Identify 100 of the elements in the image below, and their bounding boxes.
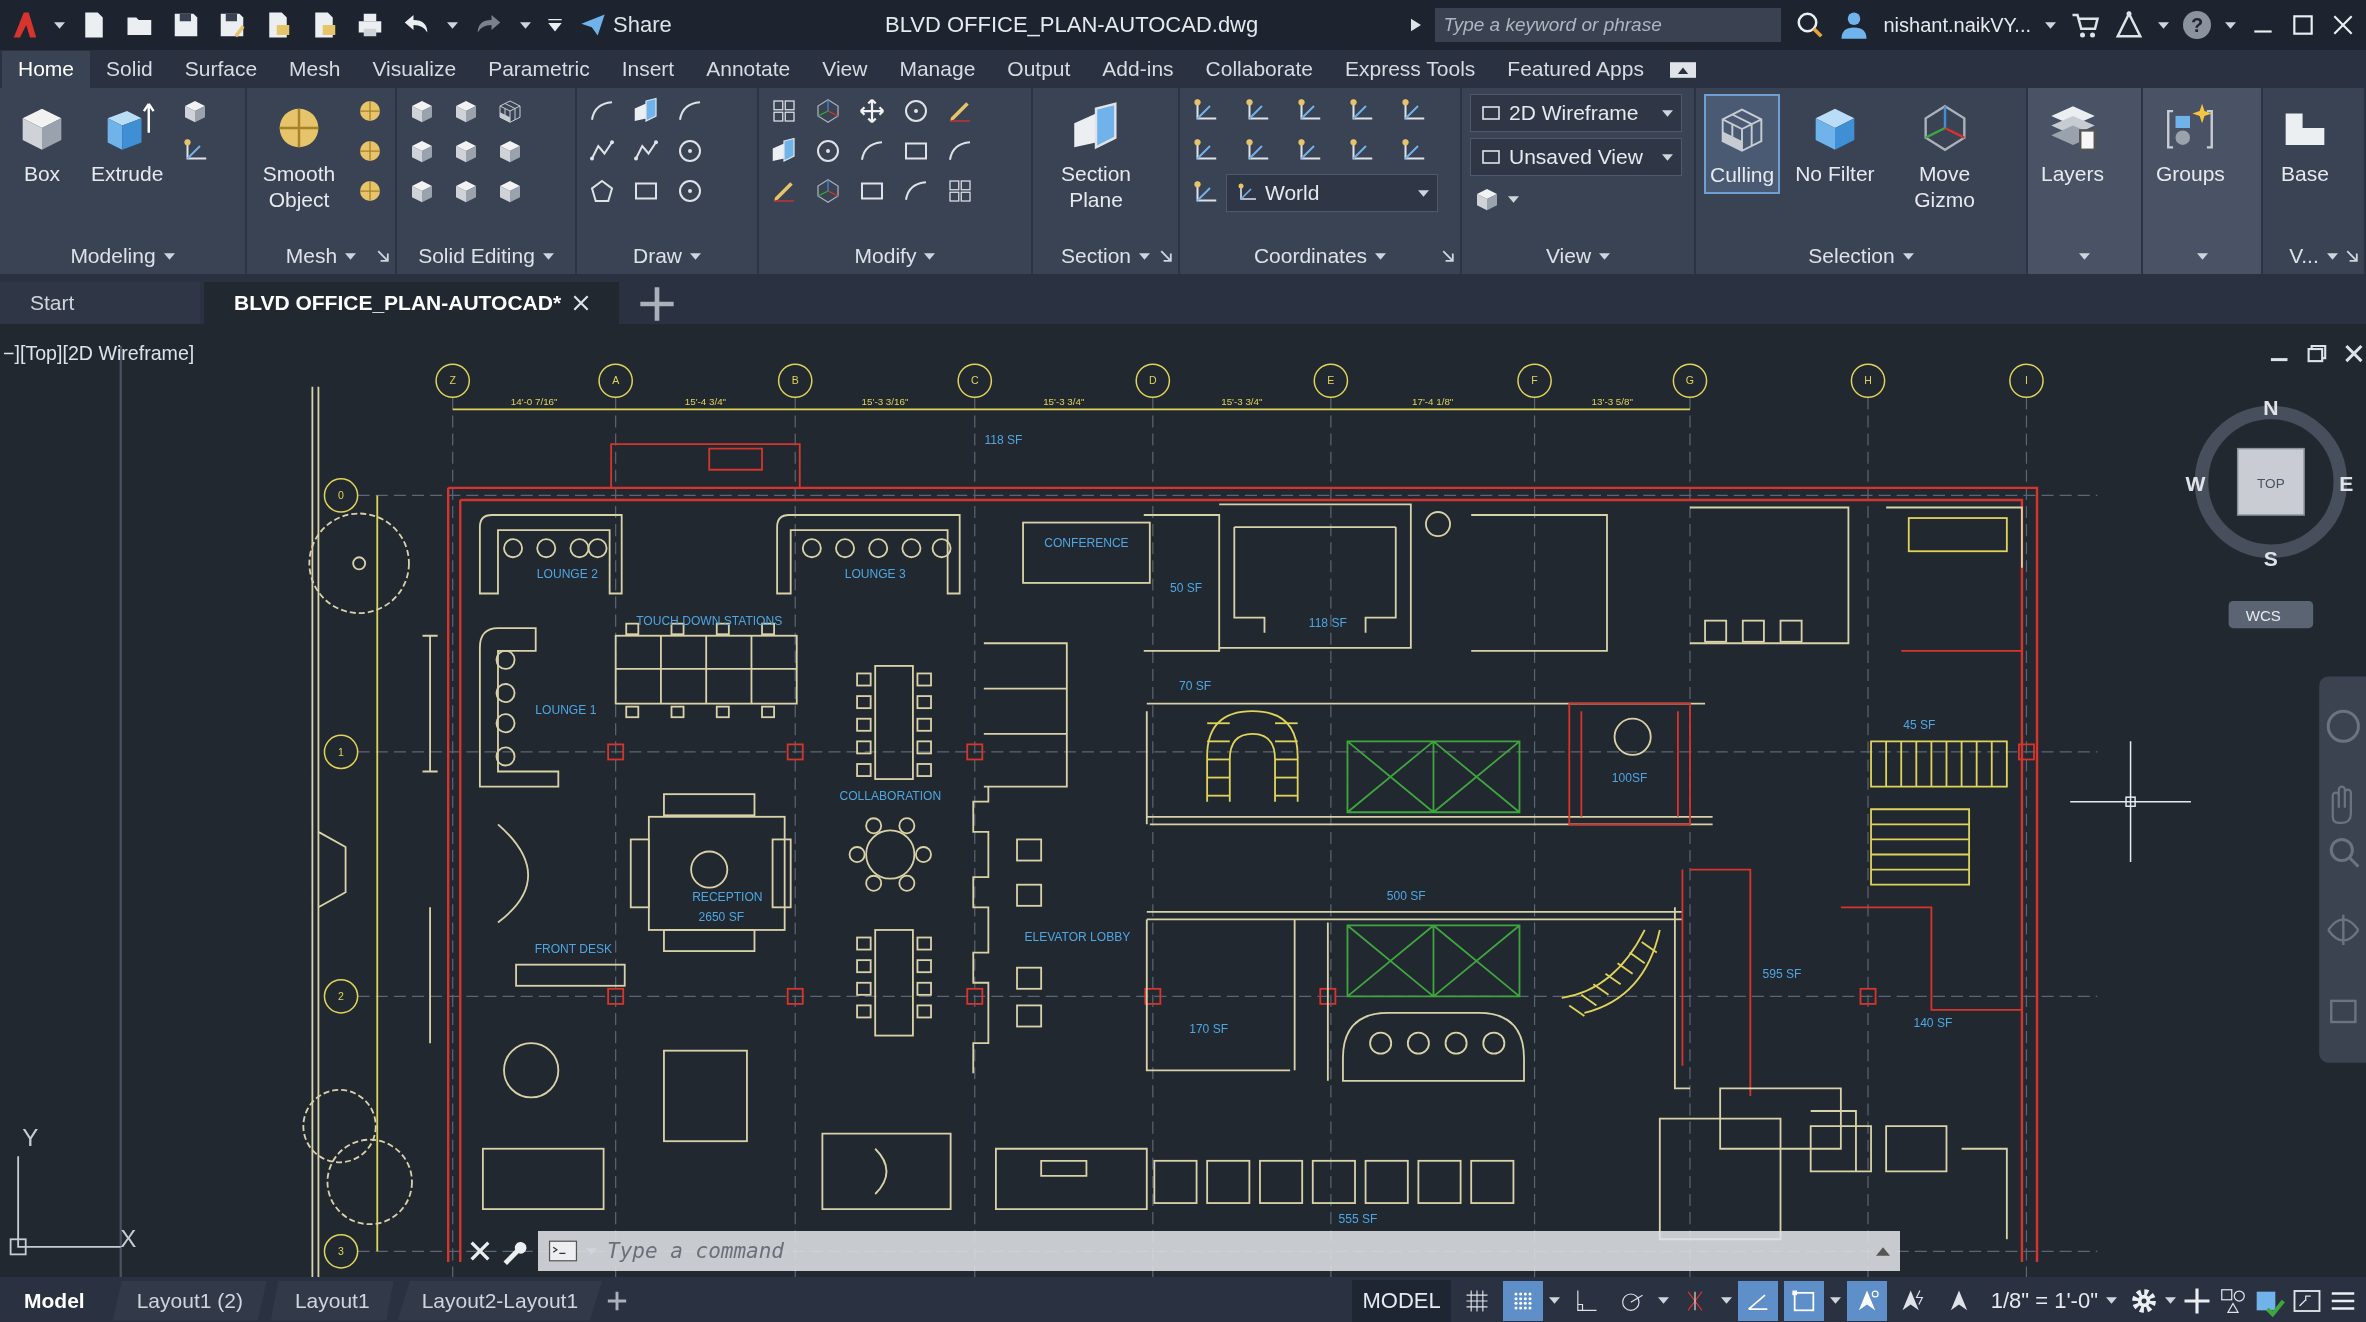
ribbon-tab[interactable]: Output [991, 51, 1087, 88]
ribbon-tab[interactable]: Visualize [356, 51, 473, 88]
dropdown[interactable]: 2D Wireframe [1470, 94, 1682, 132]
panel-title[interactable]: View [1545, 244, 1592, 268]
dropdown[interactable]: Unsaved View [1470, 138, 1682, 176]
close-icon[interactable] [573, 295, 590, 311]
panel-title[interactable]: Mesh [285, 244, 338, 268]
status-toggle[interactable] [1502, 1280, 1543, 1321]
ribbon-button[interactable]: Move Gizmo [1889, 94, 2000, 219]
panel-title[interactable]: Section [1060, 244, 1131, 268]
launcher-icon[interactable] [1442, 250, 1454, 262]
caret-icon[interactable] [2158, 21, 2169, 29]
command-field[interactable]: Type a command [538, 1231, 1900, 1271]
restore-icon[interactable] [2307, 344, 2327, 363]
launcher-icon[interactable] [377, 250, 389, 262]
caret-icon[interactable] [447, 21, 458, 29]
ribbon-tab[interactable]: Mesh [273, 51, 357, 88]
triangle-icon[interactable] [2114, 10, 2144, 40]
terminal-icon[interactable] [548, 1240, 578, 1262]
ribbon-tab[interactable]: Manage [883, 51, 992, 88]
status-toggle[interactable] [1846, 1280, 1887, 1321]
compass-south[interactable]: S [2263, 547, 2278, 571]
caret-icon[interactable] [2079, 252, 2090, 260]
compass-east[interactable]: E [2339, 471, 2354, 495]
ribbon-button[interactable]: Smooth Object [255, 94, 343, 219]
ribbon-tab[interactable]: Annotate [690, 51, 807, 88]
share-button[interactable]: Share [579, 11, 672, 39]
compass-north[interactable]: N [2263, 396, 2279, 420]
panel-title[interactable]: Draw [633, 244, 682, 268]
view-cube[interactable] [2236, 447, 2305, 516]
minimize-icon[interactable] [2270, 358, 2288, 362]
ribbon-button[interactable]: Base [2271, 94, 2339, 193]
ribbon-button[interactable]: Layers [2036, 94, 2110, 193]
caret-icon[interactable] [1375, 252, 1387, 260]
plus-icon[interactable] [606, 1289, 629, 1312]
ucs-button[interactable] [2228, 601, 2314, 629]
caret-icon[interactable] [1902, 252, 1914, 260]
caret-icon[interactable] [1139, 252, 1150, 260]
expand-up-icon[interactable] [1876, 1246, 1890, 1256]
ribbon-tab[interactable]: Express Tools [1328, 51, 1492, 88]
caret-icon[interactable] [1599, 252, 1611, 260]
expand-arrow-icon[interactable] [1411, 18, 1422, 32]
ribbon-tab[interactable]: Home [2, 51, 91, 88]
model-button[interactable]: MODEL [1352, 1279, 1451, 1322]
caret-icon[interactable] [54, 21, 65, 29]
status-toggle[interactable] [1737, 1280, 1778, 1321]
launcher-icon[interactable] [1160, 250, 1172, 262]
layout-tab[interactable]: Layout1 (2) [112, 1280, 267, 1321]
customize-icon[interactable] [547, 17, 563, 33]
dropdown[interactable]: World [1226, 174, 1438, 212]
ribbon-tab[interactable]: View [806, 51, 884, 88]
ribbon-tab[interactable]: Surface [168, 51, 274, 88]
panel-toggle-icon[interactable] [1669, 62, 1696, 78]
ribbon-tab[interactable]: Add-ins [1086, 51, 1190, 88]
command-input[interactable]: Type a command [605, 1238, 1868, 1264]
help-button[interactable]: ? [2183, 11, 2211, 39]
panel-title[interactable]: Modify [854, 244, 917, 268]
close-icon[interactable] [470, 1241, 490, 1261]
layout-tab[interactable]: Layout2-Layout1 [397, 1280, 603, 1321]
ribbon-tab[interactable]: Parametric [472, 51, 606, 88]
caret-icon[interactable] [2326, 252, 2338, 260]
panel-title[interactable]: Coordinates [1253, 244, 1368, 268]
caret-icon[interactable] [1508, 195, 1519, 203]
caret-icon[interactable] [345, 252, 357, 260]
ribbon-button[interactable]: No Filter [1790, 94, 1880, 193]
caret-icon[interactable] [2165, 1297, 2176, 1304]
caret-icon[interactable] [1720, 1297, 1732, 1304]
close-icon[interactable] [2344, 344, 2363, 363]
panel-title[interactable]: Modeling [70, 244, 156, 268]
panel-title[interactable]: Solid Editing [418, 244, 535, 268]
annotation-scale[interactable]: 1/8" = 1'-0" [1984, 1286, 2123, 1315]
status-toggle[interactable] [1783, 1280, 1824, 1321]
ribbon-button[interactable]: Section Plane [1041, 94, 1151, 219]
panel-title[interactable]: Selection [1808, 244, 1895, 268]
caret-icon[interactable] [924, 252, 936, 260]
panel-title[interactable]: V... [2289, 244, 2319, 268]
ribbon-tab[interactable]: Collaborate [1189, 51, 1329, 88]
ribbon-tab[interactable]: Featured Apps [1491, 51, 1660, 88]
file-tab[interactable]: Start [0, 282, 200, 324]
caret-icon[interactable] [690, 252, 701, 260]
compass-west[interactable]: W [2185, 471, 2206, 495]
user-name[interactable]: nishant.naikVY... [1883, 13, 2031, 37]
caret-icon[interactable] [1548, 1297, 1560, 1304]
ribbon-button[interactable]: Box [8, 94, 76, 193]
caret-icon[interactable] [163, 252, 175, 260]
caret-icon[interactable] [2045, 21, 2056, 29]
ribbon-tab[interactable]: Insert [605, 51, 691, 88]
caret-icon[interactable] [1657, 1297, 1669, 1304]
caret-icon[interactable] [2225, 21, 2236, 29]
caret-icon[interactable] [2196, 252, 2208, 260]
caret-icon[interactable] [1829, 1297, 1841, 1304]
caret-icon[interactable] [520, 21, 531, 29]
ribbon-button[interactable]: Culling [1704, 94, 1781, 195]
search-field[interactable]: Type a keyword or phrase [1435, 8, 1782, 42]
file-tab[interactable]: BLVD OFFICE_PLAN-AUTOCAD* [204, 282, 620, 324]
layout-tab[interactable]: Layout1 [270, 1280, 394, 1321]
ribbon-button[interactable]: Groups [2151, 94, 2230, 193]
ribbon-button[interactable]: Extrude [86, 94, 169, 193]
caret-icon[interactable] [542, 252, 554, 260]
launcher-icon[interactable] [2346, 250, 2358, 262]
